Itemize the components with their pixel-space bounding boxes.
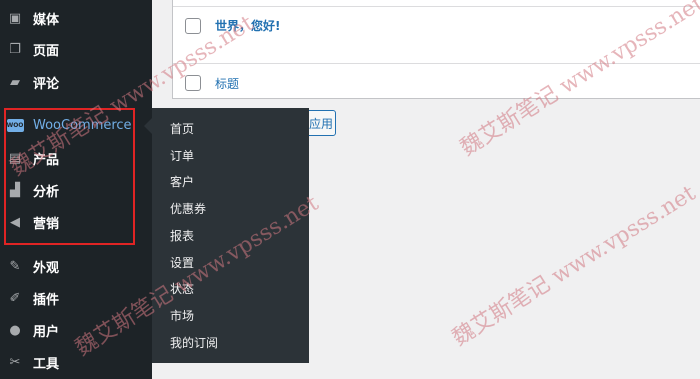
post-title-link[interactable]: 标题	[215, 75, 239, 92]
sidebar-item-label: 用户	[33, 324, 60, 340]
submenu-item-marketplace[interactable]: 市场	[170, 307, 194, 324]
sidebar-item-label: 工具	[33, 356, 60, 372]
sidebar-item-label: 营销	[33, 216, 60, 232]
marketing-icon: ◀	[10, 214, 20, 230]
watermark: 魏艾斯笔记 www.vpsss.net	[448, 180, 700, 352]
sidebar-item-users[interactable]: ● 用户	[0, 315, 152, 345]
submenu-item-status[interactable]: 状态	[170, 280, 194, 297]
sidebar-item-label: 产品	[33, 152, 60, 168]
submenu-item-reports[interactable]: 报表	[170, 227, 194, 244]
submenu-pointer	[144, 118, 152, 134]
row-checkbox[interactable]	[185, 75, 201, 91]
sidebar-item-tools[interactable]: ✂ 工具	[0, 347, 152, 377]
sidebar-item-label: 媒体	[33, 12, 60, 28]
sidebar-item-label: 插件	[33, 292, 60, 308]
posts-table: 世界，您好! 标题	[172, 0, 700, 99]
sidebar-item-media[interactable]: ▣ 媒体	[0, 3, 152, 33]
submenu-item-home[interactable]: 首页	[170, 120, 194, 137]
plugins-icon: ✐	[9, 290, 21, 306]
submenu-item-my-subscriptions[interactable]: 我的订阅	[170, 334, 218, 351]
row-checkbox[interactable]	[185, 18, 201, 34]
sidebar-item-appearance[interactable]: ✎ 外观	[0, 251, 152, 281]
sidebar-item-comments[interactable]: ▰ 评论	[0, 67, 152, 97]
submenu-item-settings[interactable]: 设置	[170, 254, 194, 271]
media-icon: ▣	[8, 10, 22, 26]
sidebar-item-pages[interactable]: ❐ 页面	[0, 34, 152, 64]
sidebar-item-plugins[interactable]: ✐ 插件	[0, 283, 152, 313]
sidebar-item-label: 评论	[33, 76, 60, 92]
sidebar-item-label: 外观	[33, 260, 60, 276]
woocommerce-icon: WOO	[6, 116, 24, 134]
pages-icon: ❐	[9, 41, 21, 57]
submenu-item-customers[interactable]: 客户	[170, 173, 194, 190]
sidebar-item-analytics[interactable]: ▟ 分析	[0, 175, 152, 205]
table-divider	[173, 63, 700, 64]
users-icon: ●	[9, 322, 21, 338]
comments-icon: ▰	[10, 74, 20, 90]
submenu-item-orders[interactable]: 订单	[170, 147, 194, 164]
woocommerce-badge: WOO	[6, 118, 24, 132]
sidebar-item-label: WooCommerce	[33, 117, 132, 133]
products-icon: ▤	[8, 150, 22, 166]
analytics-icon: ▟	[10, 182, 20, 198]
sidebar-item-marketing[interactable]: ◀ 营销	[0, 207, 152, 237]
woocommerce-submenu: 首页 订单 客户 优惠券 报表 设置 状态 市场 我的订阅	[152, 108, 309, 363]
sidebar-item-woocommerce[interactable]: WOO WooCommerce	[0, 110, 152, 140]
sidebar-item-label: 分析	[33, 184, 60, 200]
admin-sidebar: ▣ 媒体 ❐ 页面 ▰ 评论 WOO WooCommerce ▤ 产品 ▟ 分析…	[0, 0, 152, 379]
table-divider	[173, 6, 700, 7]
submenu-item-coupons[interactable]: 优惠券	[170, 200, 206, 217]
post-title-link[interactable]: 世界，您好!	[215, 17, 280, 34]
tools-icon: ✂	[9, 354, 21, 370]
sidebar-item-products[interactable]: ▤ 产品	[0, 143, 152, 173]
sidebar-item-label: 页面	[33, 43, 60, 59]
appearance-icon: ✎	[9, 258, 21, 274]
